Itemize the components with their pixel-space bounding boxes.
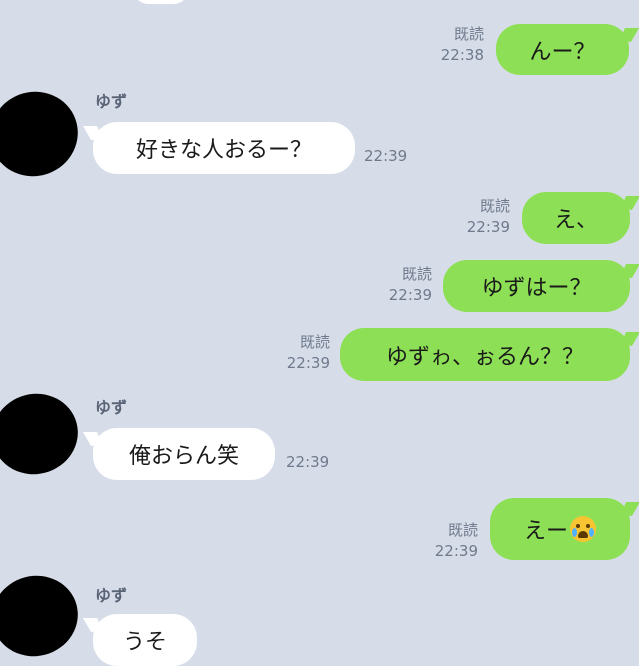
outgoing-bubble[interactable]: ゆずゎ、ぉるん？？	[340, 328, 630, 381]
message-text: 好きな人おるー？	[135, 138, 312, 163]
sender-name: ゆず	[95, 398, 128, 417]
message-meta: 既読 22:39	[414, 520, 478, 562]
message-time: 22:39	[364, 147, 408, 165]
read-receipt: 既読	[479, 197, 510, 215]
message-meta: 既読 22:38	[420, 24, 484, 66]
message-meta: 既読 22:39	[446, 196, 510, 238]
message-text: んー？	[529, 39, 596, 65]
incoming-bubble[interactable]: 好きな人おるー？	[93, 122, 355, 174]
message-time: 22:39	[286, 453, 330, 471]
message-time: 22:39	[286, 354, 330, 372]
loudly-crying-face-icon	[570, 516, 596, 542]
avatar[interactable]	[0, 79, 90, 189]
incoming-bubble-partial[interactable]	[132, 0, 190, 4]
message-text: えー	[523, 519, 568, 544]
message-meta: 既読 22:39	[266, 332, 330, 374]
message-time: 22:39	[466, 218, 510, 236]
read-receipt: 既読	[447, 521, 478, 539]
message-meta: 22:39	[286, 452, 329, 473]
message-time: 22:38	[440, 46, 484, 64]
message-meta: 22:39	[364, 146, 407, 167]
message-text: ゆずゎ、ぉるん？？	[385, 344, 584, 370]
message-time: 22:39	[388, 286, 432, 304]
message-text: ゆずはー？	[481, 276, 592, 301]
message-text: うそ	[122, 630, 167, 655]
outgoing-bubble[interactable]: え、	[522, 192, 630, 244]
message-meta: 既読 22:39	[368, 264, 432, 306]
incoming-bubble[interactable]: 俺おらん笑	[93, 428, 275, 480]
read-receipt: 既読	[453, 25, 484, 43]
sender-name: ゆず	[95, 92, 128, 111]
message-text: 俺おらん笑	[128, 444, 239, 469]
sender-name: ゆず	[95, 586, 128, 605]
outgoing-bubble[interactable]: んー？	[496, 24, 629, 75]
outgoing-bubble[interactable]: えー	[490, 498, 630, 560]
read-receipt: 既読	[299, 333, 330, 351]
avatar[interactable]	[0, 384, 87, 484]
outgoing-bubble[interactable]: ゆずはー？	[443, 260, 630, 312]
message-time: 22:39	[434, 542, 478, 560]
avatar[interactable]	[0, 566, 87, 666]
incoming-bubble[interactable]: うそ	[93, 614, 197, 666]
chat-area: 既読 22:38 んー？ ゆず 好きな人おるー？ 22:39 既読 22:39 …	[0, 0, 639, 666]
message-text: え、	[553, 208, 598, 233]
read-receipt: 既読	[401, 265, 432, 283]
